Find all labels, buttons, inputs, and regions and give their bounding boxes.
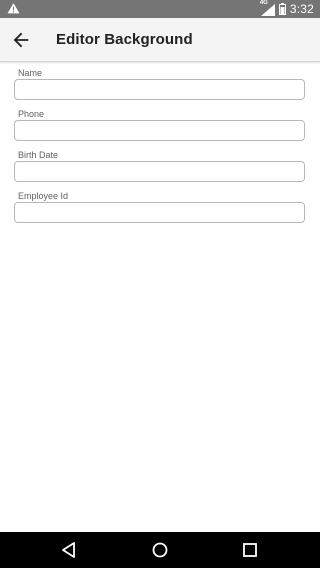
network-type: 4G [259,0,268,6]
screen: 4G 3:32 Editor Background Name Phone Bir… [0,0,320,568]
phone-input[interactable] [14,120,305,141]
signal-icon: 4G [259,0,275,16]
recents-square-icon[interactable] [241,541,259,559]
name-label: Name [18,68,43,78]
employee-id-input[interactable] [14,202,305,223]
birth-date-input[interactable] [14,161,305,182]
home-circle-icon[interactable] [151,541,169,559]
status-bar: 4G 3:32 [0,0,320,18]
battery-icon [278,3,286,15]
navigation-bar [0,532,320,568]
page-title: Editor Background [56,31,193,48]
status-time: 3:32 [289,2,314,16]
name-input[interactable] [14,79,305,100]
warning-icon [7,3,20,14]
back-triangle-icon[interactable] [60,541,78,559]
app-bar: Editor Background [0,18,320,62]
phone-label: Phone [18,109,45,119]
status-icons: 4G 3:32 [259,0,314,18]
employee-id-label: Employee Id [18,191,69,201]
birth-date-label: Birth Date [18,150,59,160]
arrow-left-icon[interactable] [10,29,32,51]
